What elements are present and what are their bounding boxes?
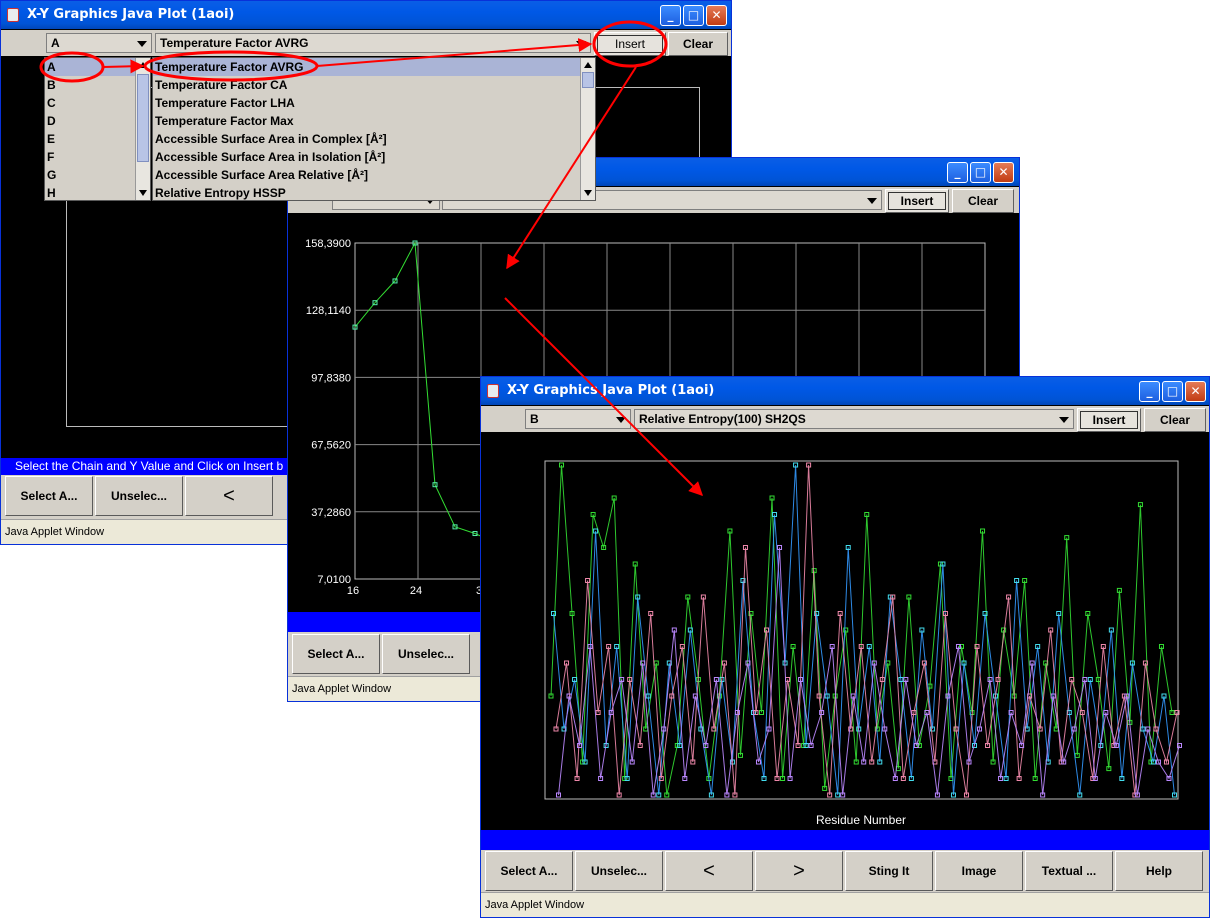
select-all-button[interactable]: Select A...	[485, 851, 573, 891]
series-line	[553, 464, 1175, 796]
relative-entropy-chart	[544, 460, 1182, 800]
window-back-title: X-Y Graphics Java Plot (1aoi)	[27, 7, 235, 22]
series-line	[558, 547, 1180, 796]
previous-button[interactable]: <	[185, 476, 273, 516]
yvalue-option[interactable]: Accessible Surface Area Relative [Å²]	[153, 166, 595, 184]
sting-it-button[interactable]: Sting It	[845, 851, 933, 891]
scroll-up-icon[interactable]	[584, 62, 592, 68]
scrollbar[interactable]	[135, 58, 150, 200]
image-button[interactable]: Image	[935, 851, 1023, 891]
insert-button[interactable]: Insert	[594, 32, 666, 56]
y-tick-label: 37,2860	[311, 507, 351, 519]
y-tick-label: 97,8380	[311, 372, 351, 384]
y-tick-label: 67,5620	[311, 440, 351, 452]
maximize-icon[interactable]: □	[683, 5, 704, 26]
yvalue-option[interactable]: Relative Entropy HSSP	[153, 184, 595, 202]
unselect-button[interactable]: Unselec...	[95, 476, 183, 516]
chevron-down-icon	[137, 41, 147, 47]
scroll-up-icon[interactable]	[139, 62, 147, 68]
chain-select[interactable]: A	[46, 33, 152, 53]
clear-button[interactable]: Clear	[668, 32, 728, 56]
scroll-thumb[interactable]	[137, 74, 149, 162]
progress-bar	[481, 830, 1209, 850]
yvalue-dropdown-list: Temperature Factor AVRG Temperature Fact…	[152, 57, 596, 201]
status-text: Java Applet Window	[485, 899, 585, 911]
chain-select-value: A	[51, 36, 60, 50]
x-axis-title: Residue Number	[815, 813, 907, 827]
x-tick-label: 24	[410, 585, 422, 597]
help-button[interactable]: Help	[1115, 851, 1203, 891]
window-front: X-Y Graphics Java Plot (1aoi) _ □ ✕ B Re…	[480, 376, 1210, 918]
x-tick-label: 16	[347, 585, 359, 597]
yvalue-option[interactable]: Accessible Surface Area in Complex [Å²]	[153, 130, 595, 148]
next-button[interactable]: >	[755, 851, 843, 891]
textual-button[interactable]: Textual ...	[1025, 851, 1113, 891]
yvalue-option[interactable]: Temperature Factor LHA	[153, 94, 595, 112]
status-text: Java Applet Window	[5, 526, 105, 538]
java-icon	[7, 8, 19, 22]
scroll-down-icon[interactable]	[584, 190, 592, 196]
yvalue-option[interactable]: Temperature Factor AVRG	[153, 58, 595, 76]
scrollbar[interactable]	[580, 58, 595, 200]
yvalue-select-value: Temperature Factor AVRG	[160, 36, 309, 50]
status-bar: Java Applet Window	[481, 892, 1209, 917]
yvalue-option[interactable]: Accessible Surface Area in Isolation [Å²…	[153, 148, 595, 166]
yvalue-option[interactable]: Temperature Factor Max	[153, 112, 595, 130]
y-tick-label: 158,3900	[305, 238, 351, 250]
window-back-titlebar[interactable]: X-Y Graphics Java Plot (1aoi) _ □ ✕	[1, 1, 731, 29]
y-tick-label: 128,1140	[306, 305, 351, 317]
yvalue-option[interactable]: Temperature Factor CA	[153, 76, 595, 94]
scroll-down-icon[interactable]	[139, 190, 147, 196]
status-text: Java Applet Window	[292, 683, 392, 695]
select-all-button[interactable]: Select A...	[5, 476, 93, 516]
chevron-down-icon	[576, 41, 586, 47]
close-icon[interactable]: ✕	[706, 5, 727, 26]
scroll-thumb[interactable]	[582, 72, 594, 88]
previous-button[interactable]: <	[665, 851, 753, 891]
minimize-icon[interactable]: _	[660, 5, 681, 26]
yvalue-select[interactable]: Temperature Factor AVRG	[155, 33, 591, 53]
select-all-button[interactable]: Select A...	[292, 634, 380, 674]
chain-dropdown-list: A B C D E F G H	[44, 57, 151, 201]
instruction-text: Select the Chain and Y Value and Click o…	[15, 459, 284, 473]
unselect-button[interactable]: Unselec...	[382, 634, 470, 674]
unselect-button[interactable]: Unselec...	[575, 851, 663, 891]
